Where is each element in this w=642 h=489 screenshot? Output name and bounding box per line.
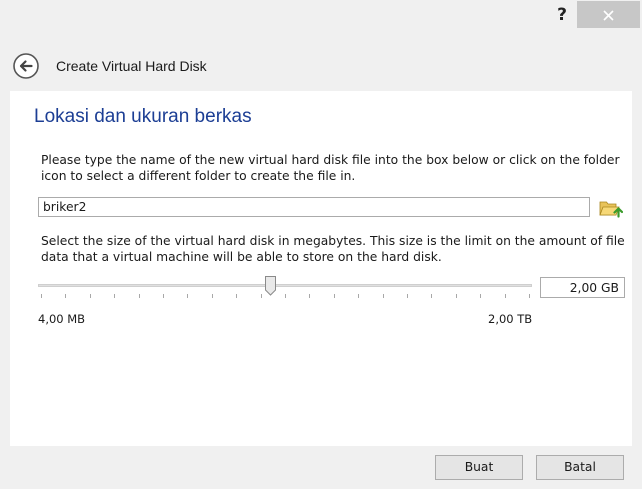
slider-tick (187, 294, 188, 298)
slider-tick (65, 294, 66, 298)
back-arrow-icon (13, 53, 39, 79)
slider-tick (309, 294, 310, 298)
slider-tick (139, 294, 140, 298)
right-border (632, 91, 642, 446)
slider-tick (505, 294, 506, 298)
size-slider-track[interactable] (38, 284, 532, 287)
close-icon (603, 10, 614, 21)
size-min-label: 4,00 MB (38, 312, 86, 326)
window-titlebar: ? (0, 0, 642, 31)
wizard-page (0, 91, 642, 446)
slider-tick (431, 294, 432, 298)
slider-tick (163, 294, 164, 298)
slider-tick (236, 294, 237, 298)
slider-tick (407, 294, 408, 298)
slider-tick (41, 294, 42, 298)
folder-icon (599, 201, 624, 218)
slider-tick (212, 294, 213, 298)
page-title: Lokasi dan ukuran berkas (34, 106, 252, 127)
slider-tick (358, 294, 359, 298)
size-slider-thumb[interactable] (265, 276, 276, 296)
back-button[interactable] (13, 53, 39, 79)
slider-tick (334, 294, 335, 298)
choose-folder-button[interactable] (599, 198, 624, 218)
size-description: Select the size of the virtual hard disk… (41, 234, 625, 264)
slider-tick (480, 294, 481, 298)
help-button[interactable]: ? (547, 2, 577, 28)
slider-tick (285, 294, 286, 298)
size-max-label: 2,00 TB (488, 312, 533, 326)
slider-tick (383, 294, 384, 298)
slider-tick (456, 294, 457, 298)
slider-tick (90, 294, 91, 298)
location-description: Please type the name of the new virtual … (41, 153, 620, 183)
dialog-title: Create Virtual Hard Disk (56, 58, 207, 74)
size-input[interactable] (540, 277, 625, 298)
left-border (0, 91, 10, 446)
close-button[interactable] (577, 1, 640, 28)
create-button[interactable]: Buat (435, 455, 523, 480)
cancel-button[interactable]: Batal (536, 455, 624, 480)
slider-tick (529, 294, 530, 298)
slider-tick (261, 294, 262, 298)
wizard-header: Create Virtual Hard Disk (0, 31, 642, 91)
slider-tick (114, 294, 115, 298)
filename-input[interactable] (38, 197, 590, 217)
